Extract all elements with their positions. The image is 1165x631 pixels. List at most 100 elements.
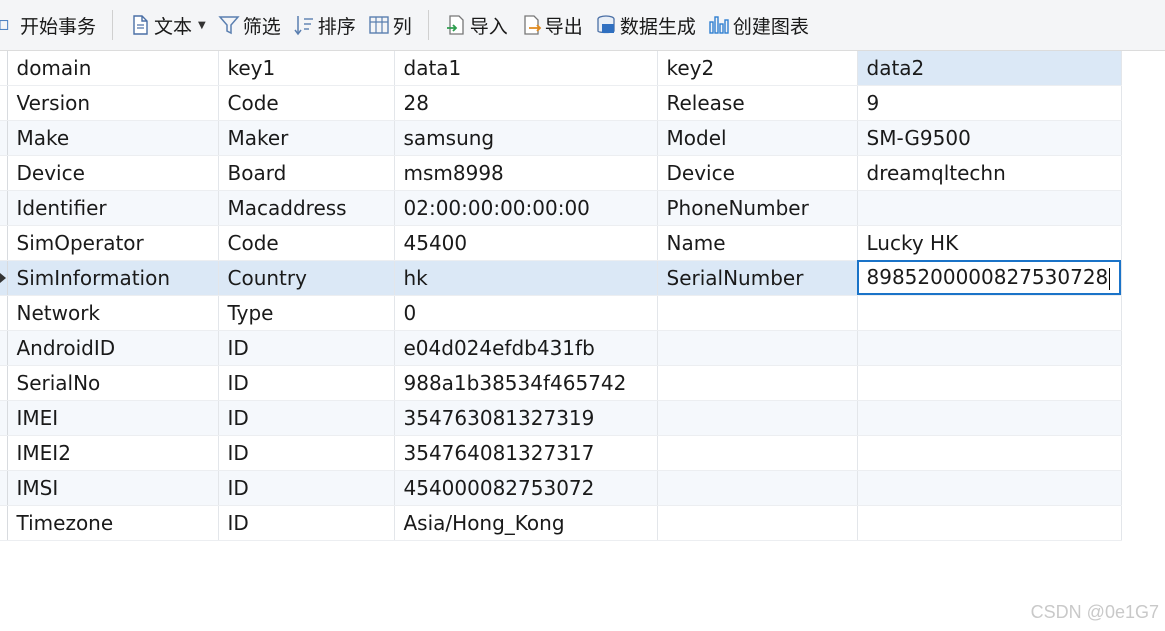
table-row[interactable]: Network Type 0 — [0, 295, 1122, 331]
cell-key1[interactable]: Maker — [218, 120, 395, 156]
cell-key2[interactable]: PhoneNumber — [657, 190, 858, 226]
cell-data1[interactable]: 02:00:00:00:00:00 — [394, 190, 658, 226]
cell-key2[interactable] — [657, 470, 858, 506]
row-indicator[interactable] — [0, 260, 8, 296]
cell-domain[interactable]: IMEI — [7, 400, 219, 436]
table-row[interactable]: SerialNo ID 988a1b38534f465742 — [0, 365, 1122, 401]
columns-button[interactable]: 列 — [362, 6, 418, 44]
cell-domain[interactable]: SerialNo — [7, 365, 219, 401]
table-row[interactable]: IMEI2 ID 354764081327317 — [0, 435, 1122, 471]
cell-domain[interactable]: SimOperator — [7, 225, 219, 261]
filter-button[interactable]: 筛选 — [212, 6, 287, 44]
table-row[interactable]: Version Code 28 Release 9 — [0, 85, 1122, 121]
cell-key1[interactable]: Board — [218, 155, 395, 191]
cell-key1[interactable]: Macaddress — [218, 190, 395, 226]
column-header-key1[interactable]: key1 — [218, 51, 395, 86]
table-row[interactable]: Make Maker samsung Model SM-G9500 — [0, 120, 1122, 156]
cell-data1[interactable]: hk — [394, 260, 658, 296]
cell-key1[interactable]: Code — [218, 85, 395, 121]
row-indicator[interactable] — [0, 85, 8, 121]
cell-data1[interactable]: samsung — [394, 120, 658, 156]
sort-button[interactable]: 排序 — [287, 6, 362, 44]
column-header-key2[interactable]: key2 — [657, 51, 858, 86]
cell-domain[interactable]: AndroidID — [7, 330, 219, 366]
table-row[interactable]: Timezone ID Asia/Hong_Kong — [0, 505, 1122, 541]
table-row[interactable]: Device Board msm8998 Device dreamqltechn — [0, 155, 1122, 191]
row-indicator[interactable] — [0, 505, 8, 541]
cell-data1[interactable]: e04d024efdb431fb — [394, 330, 658, 366]
create-chart-button[interactable]: 创建图表 — [702, 6, 815, 44]
row-indicator[interactable] — [0, 470, 8, 506]
cell-key1[interactable]: ID — [218, 435, 395, 471]
cell-key2[interactable] — [657, 505, 858, 541]
column-header-domain[interactable]: domain — [7, 51, 219, 86]
cell-data2[interactable] — [857, 330, 1122, 366]
table-row[interactable]: IMSI ID 454000082753072 — [0, 470, 1122, 506]
cell-domain[interactable]: SimInformation — [7, 260, 219, 296]
row-indicator[interactable] — [0, 120, 8, 156]
cell-data1[interactable]: 354764081327317 — [394, 435, 658, 471]
cell-domain[interactable]: Version — [7, 85, 219, 121]
cell-domain[interactable]: Make — [7, 120, 219, 156]
cell-key2[interactable] — [657, 365, 858, 401]
row-indicator[interactable] — [0, 435, 8, 471]
row-indicator[interactable] — [0, 295, 8, 331]
cell-key2[interactable]: SerialNumber — [657, 260, 858, 296]
cell-key1[interactable]: ID — [218, 330, 395, 366]
row-indicator[interactable] — [0, 155, 8, 191]
cell-data2[interactable] — [857, 435, 1122, 471]
cell-data2[interactable] — [857, 295, 1122, 331]
cell-key2[interactable] — [657, 295, 858, 331]
cell-key2[interactable] — [657, 330, 858, 366]
cell-key1[interactable]: ID — [218, 400, 395, 436]
cell-data2[interactable] — [857, 190, 1122, 226]
cell-domain[interactable]: Network — [7, 295, 219, 331]
column-header-data2[interactable]: data2 — [857, 51, 1122, 86]
table-row[interactable]: Identifier Macaddress 02:00:00:00:00:00 … — [0, 190, 1122, 226]
cell-data2[interactable]: Lucky HK — [857, 225, 1122, 261]
cell-data2[interactable] — [857, 505, 1122, 541]
cell-data2[interactable]: 9 — [857, 85, 1122, 121]
cell-domain[interactable]: IMEI2 — [7, 435, 219, 471]
data-generate-button[interactable]: 数据生成 — [589, 6, 702, 44]
cell-data2[interactable] — [857, 365, 1122, 401]
cell-key1[interactable]: Type — [218, 295, 395, 331]
cell-data1[interactable]: Asia/Hong_Kong — [394, 505, 658, 541]
text-button[interactable]: 文本 ▼ — [123, 6, 212, 44]
import-button[interactable]: 导入 — [439, 6, 514, 44]
cell-domain[interactable]: Timezone — [7, 505, 219, 541]
cell-key1[interactable]: Country — [218, 260, 395, 296]
cell-data1[interactable]: 45400 — [394, 225, 658, 261]
cell-key1[interactable]: ID — [218, 470, 395, 506]
cell-key2[interactable]: Name — [657, 225, 858, 261]
cell-key1[interactable]: ID — [218, 505, 395, 541]
row-indicator[interactable] — [0, 225, 8, 261]
begin-transaction-button[interactable]: 开始事务 — [0, 6, 102, 44]
cell-key2[interactable] — [657, 400, 858, 436]
export-button[interactable]: 导出 — [514, 6, 589, 44]
cell-data2[interactable]: SM-G9500 — [857, 120, 1122, 156]
cell-domain[interactable]: Device — [7, 155, 219, 191]
table-row[interactable]: IMEI ID 354763081327319 — [0, 400, 1122, 436]
cell-key2[interactable] — [657, 435, 858, 471]
cell-data1[interactable]: 354763081327319 — [394, 400, 658, 436]
table-row[interactable]: AndroidID ID e04d024efdb431fb — [0, 330, 1122, 366]
row-indicator[interactable] — [0, 190, 8, 226]
row-indicator[interactable] — [0, 400, 8, 436]
cell-key2[interactable]: Device — [657, 155, 858, 191]
cell-data2[interactable] — [857, 400, 1122, 436]
data-grid[interactable]: domain key1 data1 key2 data2 Version Cod… — [0, 51, 1165, 631]
cell-data1[interactable]: 454000082753072 — [394, 470, 658, 506]
cell-data1[interactable]: 0 — [394, 295, 658, 331]
table-row-selected[interactable]: SimInformation Country hk SerialNumber 8… — [0, 260, 1122, 296]
cell-edit-value[interactable]: 89852000008275307​28 — [867, 265, 1109, 289]
cell-data1[interactable]: 28 — [394, 85, 658, 121]
cell-key1[interactable]: ID — [218, 365, 395, 401]
cell-key2[interactable]: Release — [657, 85, 858, 121]
cell-domain[interactable]: Identifier — [7, 190, 219, 226]
row-indicator[interactable] — [0, 330, 8, 366]
cell-key2[interactable]: Model — [657, 120, 858, 156]
cell-key1[interactable]: Code — [218, 225, 395, 261]
row-indicator[interactable] — [0, 365, 8, 401]
cell-data1[interactable]: msm8998 — [394, 155, 658, 191]
